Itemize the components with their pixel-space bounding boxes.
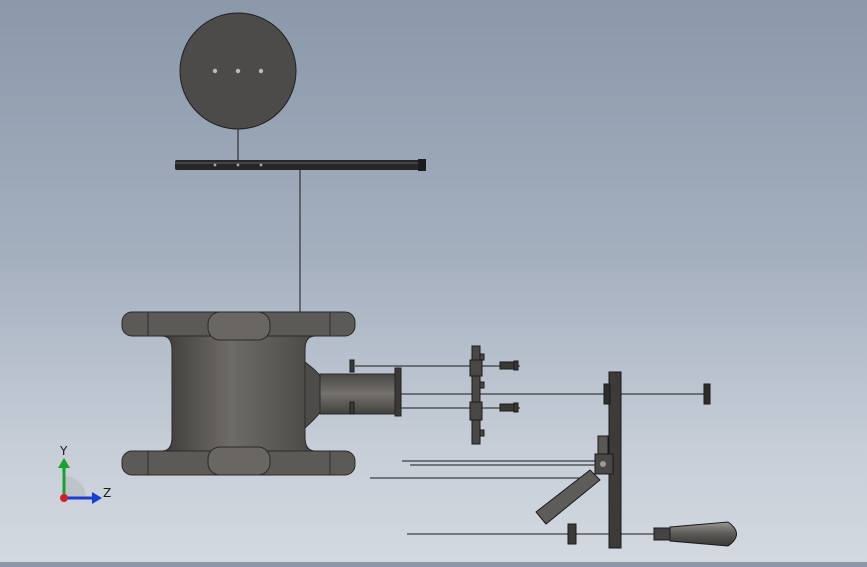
handwheel-disc[interactable]	[179, 12, 297, 130]
bonnet-gland[interactable]	[469, 345, 485, 445]
valve-body[interactable]	[121, 311, 402, 476]
lever-assembly[interactable]	[535, 371, 711, 549]
handle-grip[interactable]	[653, 521, 737, 547]
y-axis-label: Y	[59, 444, 68, 458]
z-axis-label: Z	[103, 486, 111, 500]
axis-triad: Y Z	[58, 444, 111, 504]
exploded-assembly-view[interactable]: Y Z	[0, 0, 867, 562]
cad-viewport[interactable]: Y Z	[0, 0, 867, 562]
hole-icon	[212, 68, 218, 74]
stem-rod[interactable]	[175, 159, 426, 171]
x-axis-dot	[60, 494, 68, 502]
hole-icon	[258, 68, 264, 74]
hole-icon	[235, 68, 241, 74]
